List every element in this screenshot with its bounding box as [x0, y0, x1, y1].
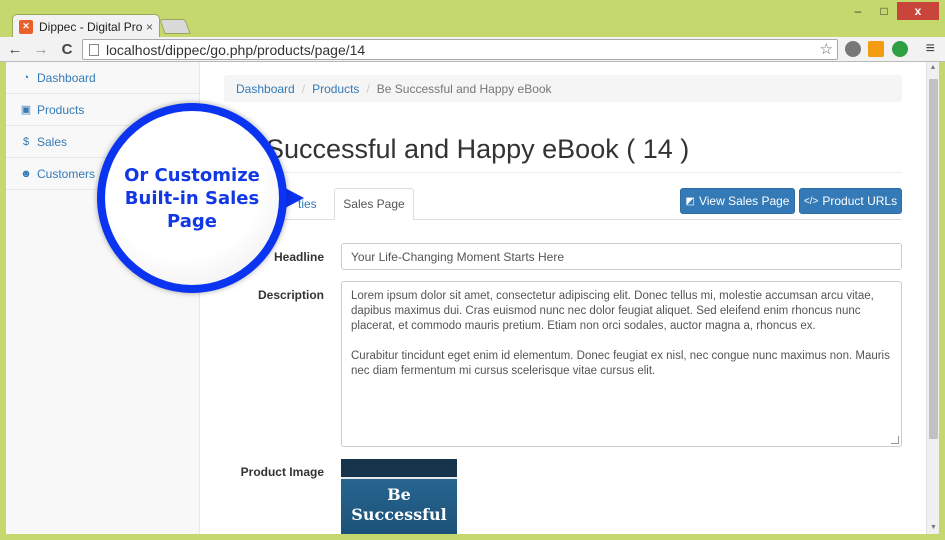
tabs-divider	[224, 219, 902, 220]
tab-sales-page[interactable]: Sales Page	[334, 188, 414, 220]
extension-icon-1[interactable]	[845, 41, 861, 57]
sidebar-item-label: Products	[37, 102, 85, 117]
product-urls-button[interactable]: </> Product URLs	[799, 188, 902, 214]
headline-input[interactable]: Your Life-Changing Moment Starts Here	[341, 243, 902, 270]
reload-icon[interactable]: C	[56, 41, 78, 58]
product-image-label: Product Image	[240, 465, 324, 479]
address-bar[interactable]: localhost/dippec/go.php/products/page/14…	[82, 39, 838, 60]
title-divider	[224, 172, 902, 173]
browser-chrome: ✕ Dippec - Digital Product M × – □ x ← →…	[0, 0, 945, 62]
callout-bubble: Or Customize Built-in Sales Page	[97, 103, 287, 293]
callout-inner: Or Customize Built-in Sales Page	[105, 111, 279, 285]
bookmark-star-icon[interactable]: ☆	[820, 40, 833, 58]
product-image: Be Successful	[341, 459, 457, 534]
view-sales-page-button[interactable]: ◩ View Sales Page	[680, 188, 795, 214]
product-urls-label: Product URLs	[822, 194, 898, 208]
scroll-thumb[interactable]	[929, 79, 938, 439]
gift-icon: ▣	[20, 104, 32, 116]
tab-close-icon[interactable]: ×	[146, 20, 153, 34]
extension-icon-2[interactable]	[868, 41, 884, 57]
forward-icon[interactable]: →	[30, 41, 52, 58]
new-tab-button[interactable]	[159, 19, 191, 34]
external-link-icon: ◩	[685, 195, 695, 207]
product-image-banner	[341, 459, 457, 479]
description-label: Description	[257, 288, 324, 302]
description-paragraph-2: Curabitur tincidunt eget enim id element…	[351, 350, 890, 377]
tab-title: Dippec - Digital Product M	[39, 19, 142, 34]
users-icon: ☻	[20, 167, 32, 180]
dashboard-icon: ◔	[22, 71, 30, 84]
sidebar-item-label: Sales	[37, 134, 68, 149]
scroll-up-icon[interactable]: ▲	[927, 62, 939, 74]
view-sales-page-label: View Sales Page	[698, 194, 790, 208]
breadcrumb-products[interactable]: Products	[312, 82, 359, 96]
close-window-button[interactable]: x	[897, 2, 939, 20]
page-title: Successful and Happy eBook ( 14 )	[266, 134, 690, 164]
url-text: localhost/dippec/go.php/products/page/14	[106, 41, 366, 58]
breadcrumb-separator: /	[366, 81, 370, 96]
sidebar-item-label: Dashboard	[37, 70, 96, 85]
page-scrollbar[interactable]: ▲ ▼	[926, 62, 939, 534]
description-textarea[interactable]: Lorem ipsum dolor sit amet, consectetur …	[341, 281, 902, 447]
scroll-down-icon[interactable]: ▼	[927, 522, 940, 534]
browser-toolbar: ← → C localhost/dippec/go.php/products/p…	[0, 37, 945, 62]
favicon-icon: ✕	[19, 19, 33, 34]
browser-tab[interactable]: ✕ Dippec - Digital Product M ×	[12, 14, 160, 38]
back-icon[interactable]: ←	[4, 41, 26, 58]
dollar-icon: $	[22, 135, 30, 148]
breadcrumb-separator: /	[301, 81, 306, 96]
page-icon	[89, 43, 99, 56]
callout-text: Or Customize Built-in Sales Page	[124, 164, 260, 232]
sidebar-item-label: Customers	[37, 166, 96, 181]
main-content: Dashboard / Products / Be Successful and…	[200, 62, 926, 534]
product-image-text: Be Successful	[351, 485, 447, 524]
description-paragraph-1: Lorem ipsum dolor sit amet, consectetur …	[351, 290, 874, 332]
minimize-button[interactable]: –	[845, 2, 871, 20]
extension-icon-3[interactable]	[892, 41, 908, 57]
code-icon: </>	[803, 195, 819, 207]
resize-handle-icon[interactable]	[891, 436, 899, 444]
maximize-button[interactable]: □	[871, 2, 897, 20]
window-controls: – □ x	[845, 2, 939, 20]
sidebar-item-dashboard[interactable]: ◔ Dashboard	[6, 62, 199, 94]
browser-menu-icon[interactable]: ≡	[926, 40, 935, 58]
breadcrumb-dashboard[interactable]: Dashboard	[236, 82, 295, 96]
breadcrumb: Dashboard / Products / Be Successful and…	[224, 75, 902, 102]
breadcrumb-current: Be Successful and Happy eBook	[376, 81, 552, 96]
